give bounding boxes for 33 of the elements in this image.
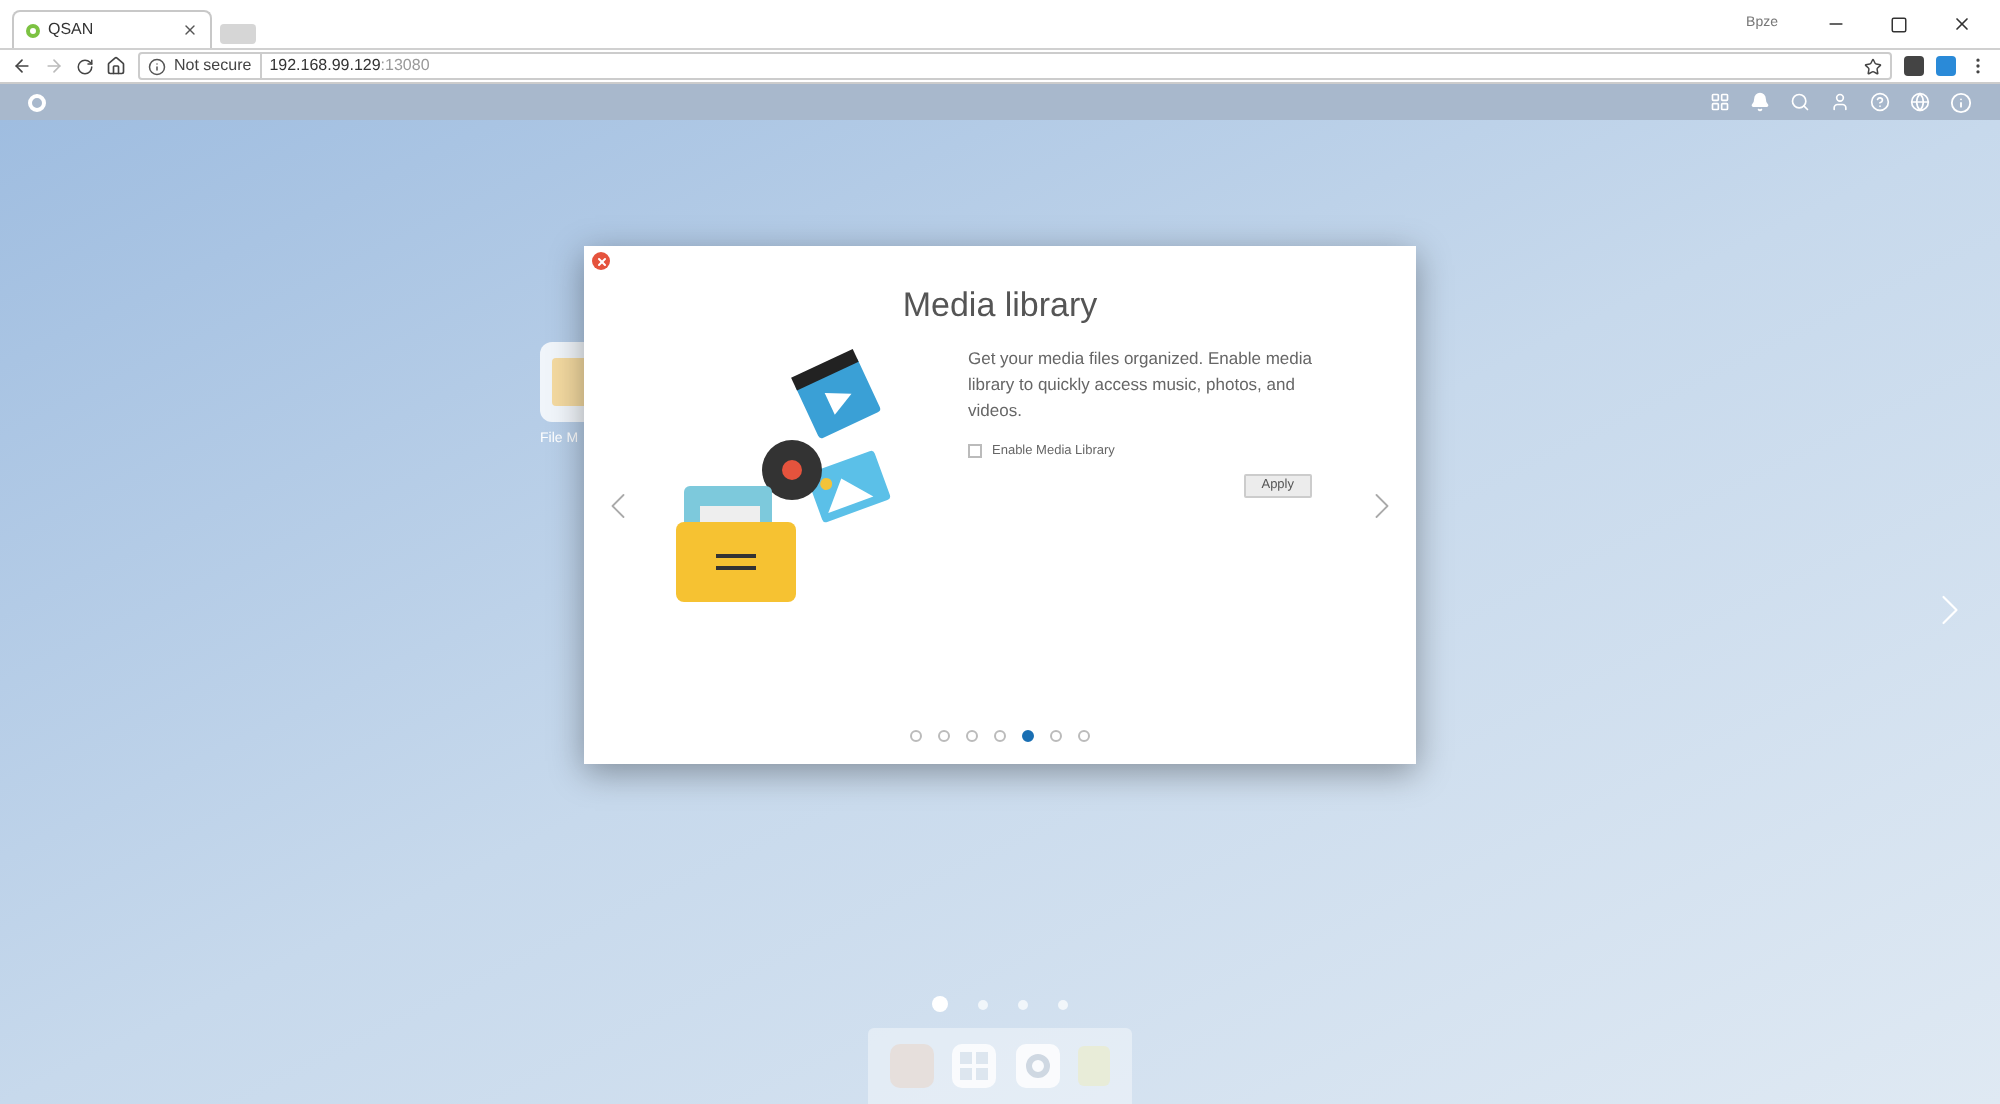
new-tab-button[interactable] bbox=[220, 24, 256, 44]
back-icon[interactable] bbox=[12, 56, 32, 76]
checkbox[interactable] bbox=[968, 444, 982, 459]
app-logo-icon[interactable] bbox=[28, 93, 46, 111]
user-icon[interactable] bbox=[1830, 92, 1850, 112]
close-button[interactable] bbox=[592, 252, 610, 270]
address-bar[interactable]: Not secure 192.168.99.129:13080 bbox=[138, 52, 1892, 80]
info-icon bbox=[148, 57, 166, 75]
extension-icon[interactable] bbox=[1904, 56, 1924, 76]
dock-logo-icon[interactable] bbox=[1015, 1044, 1060, 1088]
reload-icon[interactable] bbox=[76, 57, 94, 75]
close-icon[interactable] bbox=[1952, 14, 1972, 34]
close-icon bbox=[595, 255, 607, 267]
dock-app-icon[interactable] bbox=[889, 1044, 934, 1088]
help-icon[interactable] bbox=[1870, 92, 1890, 112]
url-text: 192.168.99.129:13080 bbox=[269, 54, 430, 78]
maximize-icon[interactable] bbox=[1890, 15, 1908, 33]
notification-bell-icon[interactable] bbox=[1750, 92, 1770, 112]
apps-grid-icon[interactable] bbox=[1710, 92, 1730, 112]
bookmark-star-icon[interactable] bbox=[1864, 57, 1882, 75]
tab-favicon-icon bbox=[26, 23, 40, 37]
globe-icon[interactable] bbox=[1910, 92, 1930, 112]
security-label: Not secure bbox=[174, 54, 262, 78]
close-icon[interactable] bbox=[182, 22, 198, 38]
tab-title: QSAN bbox=[48, 18, 96, 42]
dock-grid-icon[interactable] bbox=[952, 1044, 997, 1088]
dialog-description: Get your media files organized. Enable media library to quickly access music, photos, and videos. bbox=[968, 346, 1312, 424]
dialog-title: Media library bbox=[900, 284, 1100, 328]
search-icon[interactable] bbox=[1790, 92, 1810, 112]
browser-tab[interactable]: QSAN bbox=[12, 10, 212, 48]
info-icon[interactable] bbox=[1950, 91, 1972, 113]
forward-icon[interactable] bbox=[44, 56, 64, 76]
home-icon[interactable] bbox=[106, 56, 126, 76]
